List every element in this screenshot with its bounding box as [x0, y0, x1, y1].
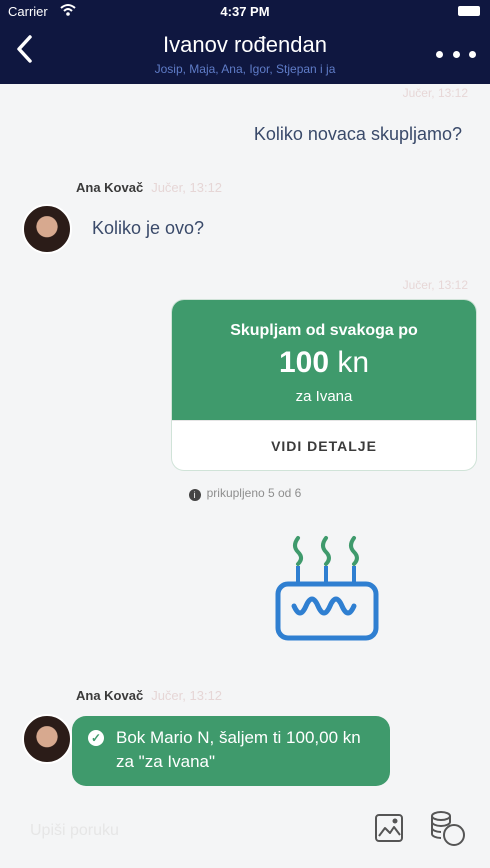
- avatar[interactable]: [22, 204, 72, 254]
- collection-amount-value: 100: [278, 346, 330, 379]
- collection-card-title: Skupljam od svakoga po: [230, 322, 418, 339]
- dot-icon: [469, 50, 476, 58]
- image-icon[interactable]: [373, 812, 405, 844]
- chevron-left-icon: [17, 35, 32, 63]
- collection-currency: kn: [337, 346, 370, 379]
- coins-icon[interactable]: [428, 808, 468, 848]
- collected-status: i prikupljeno 5 od 6: [0, 486, 490, 501]
- dot-icon: [452, 50, 460, 58]
- sender-name-label: Ana Kovač: [76, 688, 144, 703]
- collection-purpose: za Ivana: [295, 388, 353, 405]
- collection-amount: 100 kn: [172, 346, 476, 380]
- more-options-button[interactable]: [436, 44, 476, 64]
- battery-icon: [458, 6, 480, 16]
- incoming-message: Koliko je ovo?: [92, 218, 205, 238]
- sender-timestamp: Jučer, 13:12: [151, 180, 223, 195]
- message-input[interactable]: Upiši poruku: [30, 822, 119, 840]
- back-button[interactable]: [14, 32, 50, 72]
- sender-name: Ana Kovač Jučer, 13:12: [76, 688, 222, 703]
- status-time: 4:37 PM: [220, 4, 270, 19]
- payment-message-text: Bok Mario N, šaljem ti 100,00 kn za "za …: [116, 728, 361, 771]
- sender-name-label: Ana Kovač: [76, 180, 144, 195]
- info-icon: i: [188, 489, 201, 501]
- collection-card-summary: Skupljam od svakoga po 100 kn za Ivana: [172, 300, 476, 420]
- chat-participants: Josip, Maja, Ana, Igor, Stjepan i ja: [154, 62, 336, 76]
- dot-icon: [436, 50, 443, 58]
- view-details-button[interactable]: VIDI DETALJE: [172, 420, 476, 470]
- message-timestamp: Jučer, 13:12: [402, 278, 468, 292]
- chat-header: Ivanov rođendan Josip, Maja, Ana, Igor, …: [0, 22, 490, 84]
- sender-name: Ana Kovač Jučer, 13:12: [76, 180, 222, 195]
- chat-title: Ivanov rođendan: [163, 32, 327, 57]
- birthday-cake-icon: [275, 536, 379, 641]
- collection-card[interactable]: Skupljam od svakoga po 100 kn za Ivana V…: [172, 300, 476, 470]
- status-bar: Carrier 4:37 PM: [0, 0, 490, 22]
- avatar[interactable]: [22, 714, 72, 764]
- collected-status-label: prikupljeno 5 od 6: [206, 486, 302, 500]
- sender-timestamp: Jučer, 13:12: [151, 688, 223, 703]
- check-icon: ✓: [88, 730, 104, 746]
- message-timestamp: Jučer, 13:12: [402, 86, 468, 100]
- outgoing-message: Koliko novaca skupljamo?: [253, 124, 462, 144]
- payment-message: ✓ Bok Mario N, šaljem ti 100,00 kn za "z…: [72, 716, 390, 786]
